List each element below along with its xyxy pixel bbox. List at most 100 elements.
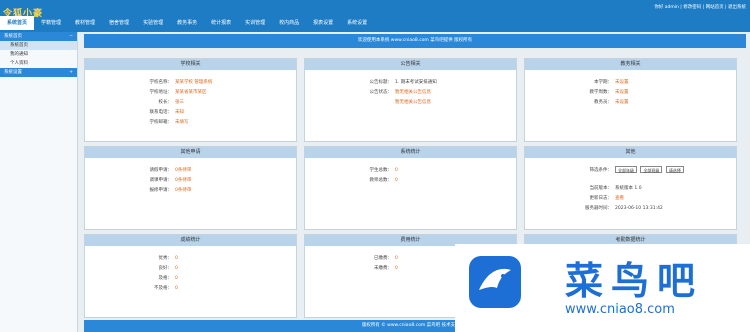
info-value: 1. 期末考试安排通知 (395, 80, 437, 85)
info-value: 0 (395, 256, 398, 261)
panel-rows: 优秀： 0 良好： 0 及格： 0 不及格： 0 (85, 254, 296, 294)
info-label: 已缴费： (374, 256, 392, 261)
info-value: 0条待审 (175, 178, 192, 183)
sidebar-section-settings[interactable]: 系统设置 + (0, 68, 77, 77)
panel-title: 其他 (525, 147, 736, 158)
info-value: 暂无相关公告信息 (395, 90, 431, 95)
info-value: 2023-06-10 13:31:42 (615, 206, 663, 211)
info-value: 0条待审 (175, 168, 192, 173)
info-label: 当前版本： (589, 186, 613, 191)
nav-item-home[interactable]: 系统首页 (0, 16, 35, 30)
info-label: 良好： (158, 266, 173, 271)
nav-item[interactable]: 校内商品 (272, 16, 306, 30)
info-row: 校长： 张三 (85, 98, 296, 108)
main-nav: 系统首页 学籍管理 教材管理 宿舍管理 实验管理 教务事务 统计报表 实训管理 … (0, 16, 374, 30)
info-label (305, 98, 395, 108)
info-label: 及格： (158, 276, 173, 281)
info-value: 某某学校 管理系统 (175, 80, 213, 85)
bird-logo-icon (469, 256, 521, 308)
info-row: 学校邮箱： 未填写 (85, 118, 296, 128)
info-value: 0 (175, 276, 178, 281)
info-value: 未知 (175, 110, 184, 115)
info-label: 请假申请： (149, 168, 173, 173)
panel-school: 学校相关 学校名称： 某某学校 管理系统 学校地址： 某某省某市某区 校长： 张三 联系电话… (84, 58, 297, 142)
info-value: 查看 (615, 196, 624, 201)
info-row: 不及格： 0 (85, 284, 296, 294)
info-row: 本学期： 未设置 (525, 78, 736, 88)
info-row: 当前版本： 系统版本 1.0 (525, 184, 736, 194)
info-label: 公告标题： (369, 80, 393, 85)
panel-title: 其他申请 (85, 147, 296, 158)
nav-item[interactable]: 实训管理 (238, 16, 272, 30)
nav-item[interactable]: 实验管理 (136, 16, 170, 30)
panel-rows: 本学期： 未设置 教学周数： 未设置 教务员： 未设置 (525, 78, 736, 108)
sidebar-section-home[interactable]: 系统首页 − (0, 32, 77, 41)
watermark-text: 菜鸟吧 (565, 259, 704, 303)
info-row: 教师总数： 0 (305, 176, 516, 186)
info-value: 0 (175, 256, 178, 261)
info-value: 0条待审 (175, 188, 192, 193)
watermark-url: www.cniao8.com (565, 302, 675, 317)
info-row: 良好： 0 (85, 264, 296, 274)
info-label: 学生总数： (369, 168, 393, 173)
info-label: 不及格： (154, 286, 172, 291)
info-row: 更新日志： 查看 (525, 194, 736, 204)
nav-item[interactable]: 教务事务 (170, 16, 204, 30)
info-label: 公告状态： (369, 90, 393, 95)
sidebar-item[interactable]: 我的通知 (0, 50, 77, 59)
info-label: 联系电话： (149, 110, 173, 115)
panel-title: 成绩统计 (85, 235, 296, 246)
info-row: 服务器时间： 2023-06-10 13:31:42 (525, 204, 736, 214)
info-value: 张三 (175, 100, 184, 105)
info-value: 未设置 (615, 80, 629, 85)
grade-select[interactable]: 全部年级 (615, 166, 637, 173)
info-row: 优秀： 0 (85, 254, 296, 264)
panel-rows: 当前版本： 系统版本 1.0 更新日志： 查看 服务器时间： 2023-06-10 13:… (525, 184, 736, 214)
info-value: 未设置 (615, 90, 629, 95)
collapse-icon: − (69, 34, 73, 39)
class-select[interactable]: 全部班级 (640, 166, 663, 173)
panel-rows: 请假申请： 0条待审 调课申请： 0条待审 报修申请： 0条待审 (85, 166, 296, 196)
info-label: 学校地址： (149, 90, 173, 95)
user-links[interactable]: 你好 admin | 修改密码 | 网站首页 | 退出系统 (654, 4, 746, 10)
info-label: 更新日志： (589, 196, 613, 201)
nav-item[interactable]: 统计报表 (204, 16, 238, 30)
sidebar-item[interactable]: 系统首页 (0, 41, 77, 50)
info-row: 教学周数： 未设置 (525, 88, 736, 98)
panel-notice: 公告相关 公告标题： 1. 期末考试安排通知 公告状态： 暂无相关公告信息 暂无相关公告… (304, 58, 517, 142)
panel-rows: 公告标题： 1. 期末考试安排通知 公告状态： 暂无相关公告信息 暂无相关公告信息 (305, 78, 516, 108)
info-value: 0 (175, 266, 178, 271)
watermark: 菜鸟吧 www.cniao8.com (455, 244, 750, 332)
top-bar: 令狐小豪 你好 admin | 修改密码 | 网站首页 | 退出系统 系统首页 … (0, 0, 750, 32)
info-label: 优秀： (158, 256, 173, 261)
nav-item[interactable]: 报表设置 (306, 16, 340, 30)
nav-item[interactable]: 宿舍管理 (102, 16, 136, 30)
nav-item[interactable]: 教材管理 (68, 16, 102, 30)
info-value: 0 (395, 178, 398, 183)
info-row: 公告状态： 暂无相关公告信息 (305, 88, 516, 98)
panel-system-stats: 系统统计 学生总数： 0 教师总数： 0 (304, 146, 517, 230)
info-row: 学校地址： 某某省某市某区 (85, 88, 296, 98)
nav-item[interactable]: 学籍管理 (34, 16, 68, 30)
info-label: 学校邮箱： (149, 120, 173, 125)
info-value: 未设置 (615, 100, 629, 105)
sidebar-item[interactable]: 个人资料 (0, 59, 77, 68)
panel-title: 公告相关 (305, 59, 516, 70)
info-value: 0 (395, 168, 398, 173)
panel-grades: 成绩统计 优秀： 0 良好： 0 及格： 0 不及格： 0 (84, 234, 297, 318)
info-row: 学生总数： 0 (305, 166, 516, 176)
info-label: 报修申请： (149, 188, 173, 193)
info-label: 校长： (158, 100, 173, 105)
option-select[interactable]: 请选择 (665, 166, 684, 173)
nav-item[interactable]: 系统设置 (340, 16, 374, 30)
filter-row: 筛选条件： 全部年级 全部班级 请选择 (525, 166, 736, 176)
info-value: 暂无相关公告信息 (395, 100, 431, 105)
info-label: 本学期： (594, 80, 612, 85)
info-row: 教务员： 未设置 (525, 98, 736, 108)
info-value: 0 (175, 286, 178, 291)
info-label: 学校名称： (149, 80, 173, 85)
panel-rows: 学生总数： 0 教师总数： 0 (305, 166, 516, 186)
info-row: 公告标题： 1. 期末考试安排通知 (305, 78, 516, 88)
panel-academic: 教务相关 本学期： 未设置 教学周数： 未设置 教务员： 未设置 (524, 58, 737, 142)
info-value: 某某省某市某区 (175, 90, 207, 95)
